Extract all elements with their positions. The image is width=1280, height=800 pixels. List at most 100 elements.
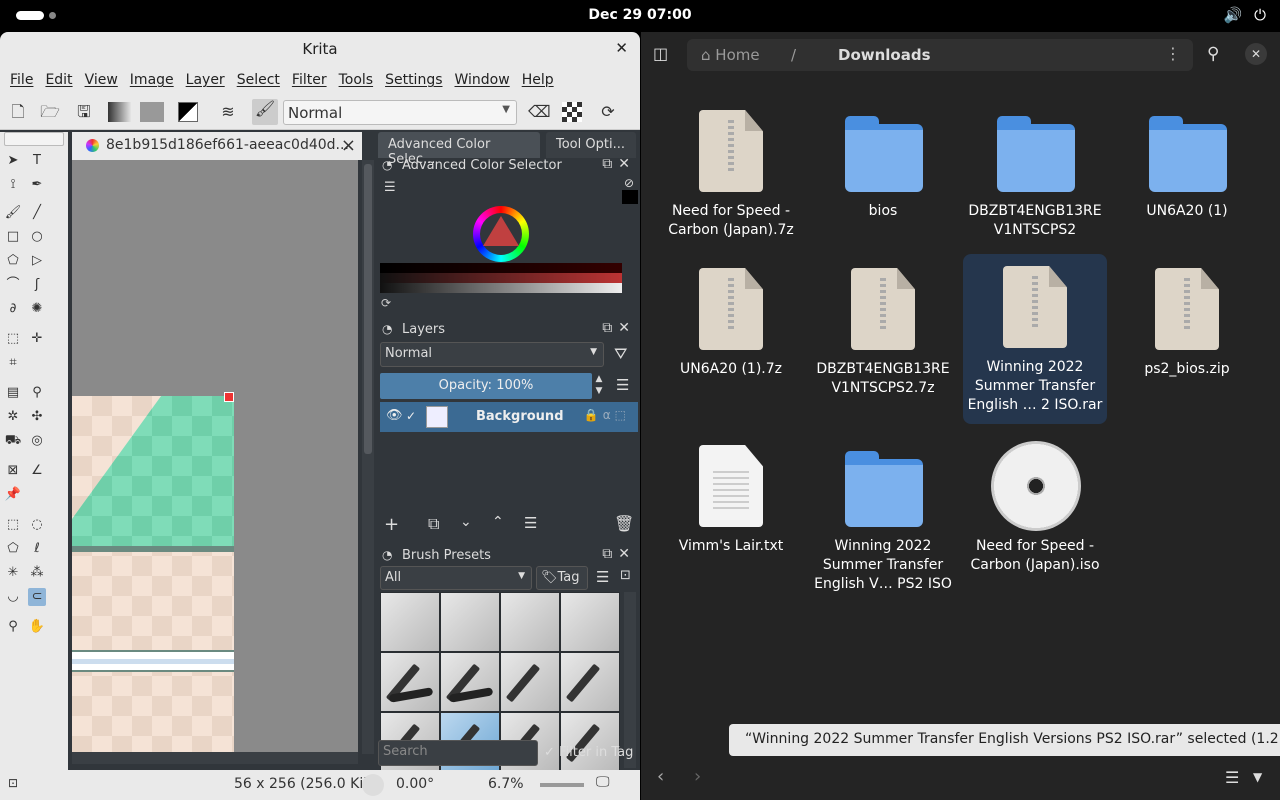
assistant-tool-icon[interactable]: ⊠ [4,462,22,480]
volume-icon[interactable]: 🔊 [1223,6,1242,24]
move-tool-icon[interactable]: ✛ [28,330,46,348]
add-layer-icon[interactable]: + [384,514,399,535]
filter-in-tag-checkbox[interactable]: ✓ Filter in Tag [544,745,633,760]
system-tray[interactable]: 🔊 ⏻ [1223,6,1266,24]
edit-shapes-icon[interactable]: ⟟ [4,176,22,194]
layer-menu-icon[interactable]: ☰ [616,376,629,394]
reference-tool-icon[interactable]: 📌 [4,486,22,504]
gradient-tool-icon[interactable]: ▤ [4,384,22,402]
folder-item[interactable]: bios [811,98,955,268]
menu-select[interactable]: Select [231,72,286,88]
brush-search-input[interactable]: Search [378,740,538,766]
docker-buttons[interactable]: ⧉✕ [602,156,636,172]
file-item[interactable]: Need for Speed - Carbon (Japan).iso [963,433,1107,603]
save-icon[interactable]: 🖫 [74,102,94,122]
checkbox-icon[interactable]: ✓ [406,409,416,423]
delete-layer-icon[interactable]: 🗑 [614,514,634,533]
reload-icon[interactable]: ⟳ [598,102,618,122]
brush-preset[interactable] [440,592,500,652]
docker-buttons[interactable]: ⧉✕ [602,320,636,336]
ellipse-select-icon[interactable]: ◌ [28,516,46,534]
screen-icon[interactable]: 🖵 [596,774,610,790]
more-options-icon[interactable]: ⋮ [1165,44,1181,63]
layer-flags-icon[interactable]: 🔒α⬚ [584,408,630,422]
close-icon[interactable]: ✕ [1245,43,1267,65]
tab-advanced-color-selector[interactable]: Advanced Color Selec... [378,132,540,167]
alpha-lock-icon[interactable] [562,102,582,122]
line-tool-icon[interactable]: ╱ [28,204,46,222]
search-icon[interactable]: ⚲ [1207,44,1219,64]
measure-tool-icon[interactable]: ∠ [28,462,46,480]
file-item[interactable]: Vimm's Lair.txt [659,433,803,603]
breadcrumb-current[interactable]: Downloads [838,46,931,64]
canvas-vertical-scrollbar[interactable] [362,160,374,754]
bezier-select-icon[interactable]: ◡ [4,588,22,606]
freehand-select-icon[interactable]: ℓ [28,540,46,558]
close-icon[interactable]: × [341,135,356,156]
blend-mode-select[interactable]: Normal ▼ [283,100,517,125]
polygon-select-icon[interactable]: ⬠ [4,540,22,558]
layer-row[interactable]: 👁 ✓ Background 🔒α⬚ [380,402,638,432]
ellipse-tool-icon[interactable]: ○ [28,228,46,246]
folder-item[interactable]: DBZBT4ENGB13RE V1NTSCPS2 [963,98,1107,268]
menu-filter[interactable]: Filter [286,72,333,88]
file-item[interactable]: ps2_bios.zip [1115,256,1259,426]
crop-tool-icon[interactable]: ⌗ [4,354,22,372]
reset-icon[interactable]: ⊘ [624,176,634,190]
brush-preset[interactable] [380,592,440,652]
contiguous-select-icon[interactable]: ✳ [4,564,22,582]
rect-select-icon[interactable]: ⬚ [4,516,22,534]
menu-tools[interactable]: Tools [333,72,380,88]
brush-scrollbar[interactable] [624,592,636,768]
close-icon[interactable]: ✕ [615,39,628,57]
magnetic-select-icon[interactable]: ⊂ [28,588,46,606]
freehand-brush-icon[interactable]: 🖌 [4,204,22,222]
polygon-tool-icon[interactable]: ⬠ [4,252,22,270]
clock[interactable]: Dec 29 07:00 [0,7,1280,23]
color-history-bar[interactable] [380,263,622,273]
menu-window[interactable]: Window [449,72,516,88]
rectangle-tool-icon[interactable]: □ [4,228,22,246]
brush-preset[interactable] [380,652,440,712]
brush-preset[interactable] [500,592,560,652]
brush-settings-icon[interactable]: ≋ [218,102,238,122]
dynamic-brush-icon[interactable]: ∂ [4,300,22,318]
rotation-dial-icon[interactable] [362,774,384,796]
forward-icon[interactable]: › [694,766,701,787]
breadcrumb[interactable]: ⌂ Home / Downloads ⋮ [687,39,1193,71]
opacity-spinner[interactable]: ▲ ▼ [593,373,605,399]
lock-icon[interactable]: ◔ [382,322,392,336]
selection-icon[interactable]: ⊡ [8,776,18,790]
pan-tool-icon[interactable]: ✋ [28,618,46,636]
current-color-swatch[interactable] [622,190,638,204]
canvas-horizontal-scrollbar[interactable] [72,752,358,764]
import-icon[interactable]: ⊡ [620,568,631,583]
menu-layer[interactable]: Layer [180,72,231,88]
gradient-icon[interactable] [108,102,132,122]
filter-icon[interactable]: ⛛ [614,344,627,364]
brush-preset[interactable] [560,592,620,652]
menu-view[interactable]: View [79,72,124,88]
brush-tag-filter[interactable]: All ▼ [380,566,532,590]
color-history-bar[interactable] [380,283,622,293]
bezier-tool-icon[interactable]: ⌒ [4,276,22,294]
tag-button[interactable]: 🏷Tag [536,566,588,590]
brush-preset[interactable] [500,652,560,712]
colorize-mask-icon[interactable]: ✲ [4,408,22,426]
text-tool-icon[interactable]: T [28,152,46,170]
visibility-icon[interactable]: 👁 [386,408,403,423]
file-item[interactable]: Need for Speed - Carbon (Japan).7z [659,98,803,268]
folder-item[interactable]: Winning 2022 Summer Transfer English V… … [811,433,955,603]
enclose-fill-icon[interactable]: ◎ [28,432,46,450]
color-selector-menu-icon[interactable]: ☰ [384,180,396,195]
eraser-icon[interactable]: ⌫ [528,102,551,122]
list-view-icon[interactable]: ☰ [1225,768,1239,787]
file-item[interactable]: UN6A20 (1).7z [659,256,803,426]
back-icon[interactable]: ‹ [657,766,664,787]
color-picker-icon[interactable]: ⚲ [28,384,46,402]
multibrush-icon[interactable]: ✺ [28,300,46,318]
brush-preset[interactable] [440,652,500,712]
layer-properties-icon[interactable]: ☰ [524,514,537,532]
layer-blend-select[interactable]: Normal ▼ [380,342,604,367]
lock-icon[interactable]: ◔ [382,548,392,562]
